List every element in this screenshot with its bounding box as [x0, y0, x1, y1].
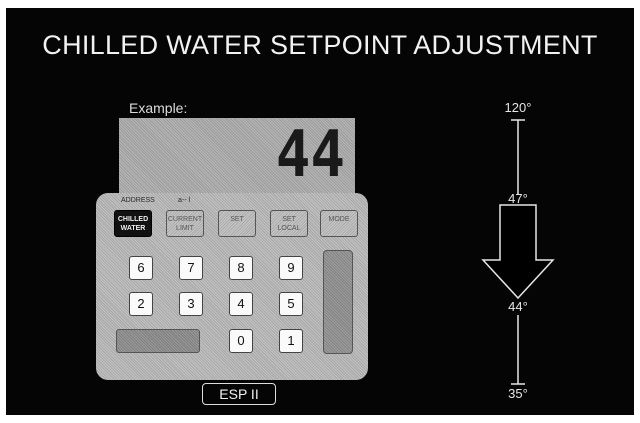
scale-bottom-label: 35°	[508, 386, 528, 401]
scale-setpoint-label: 44°	[508, 299, 528, 314]
setpoint-panel: CHILLED WATER SETPOINT ADJUSTMENT Exampl…	[6, 8, 634, 415]
setpoint-arrow-icon	[481, 204, 555, 300]
scale-graphic	[481, 119, 555, 385]
scale-top-label: 120°	[504, 100, 532, 115]
scale-upper-label: 47°	[508, 191, 528, 206]
